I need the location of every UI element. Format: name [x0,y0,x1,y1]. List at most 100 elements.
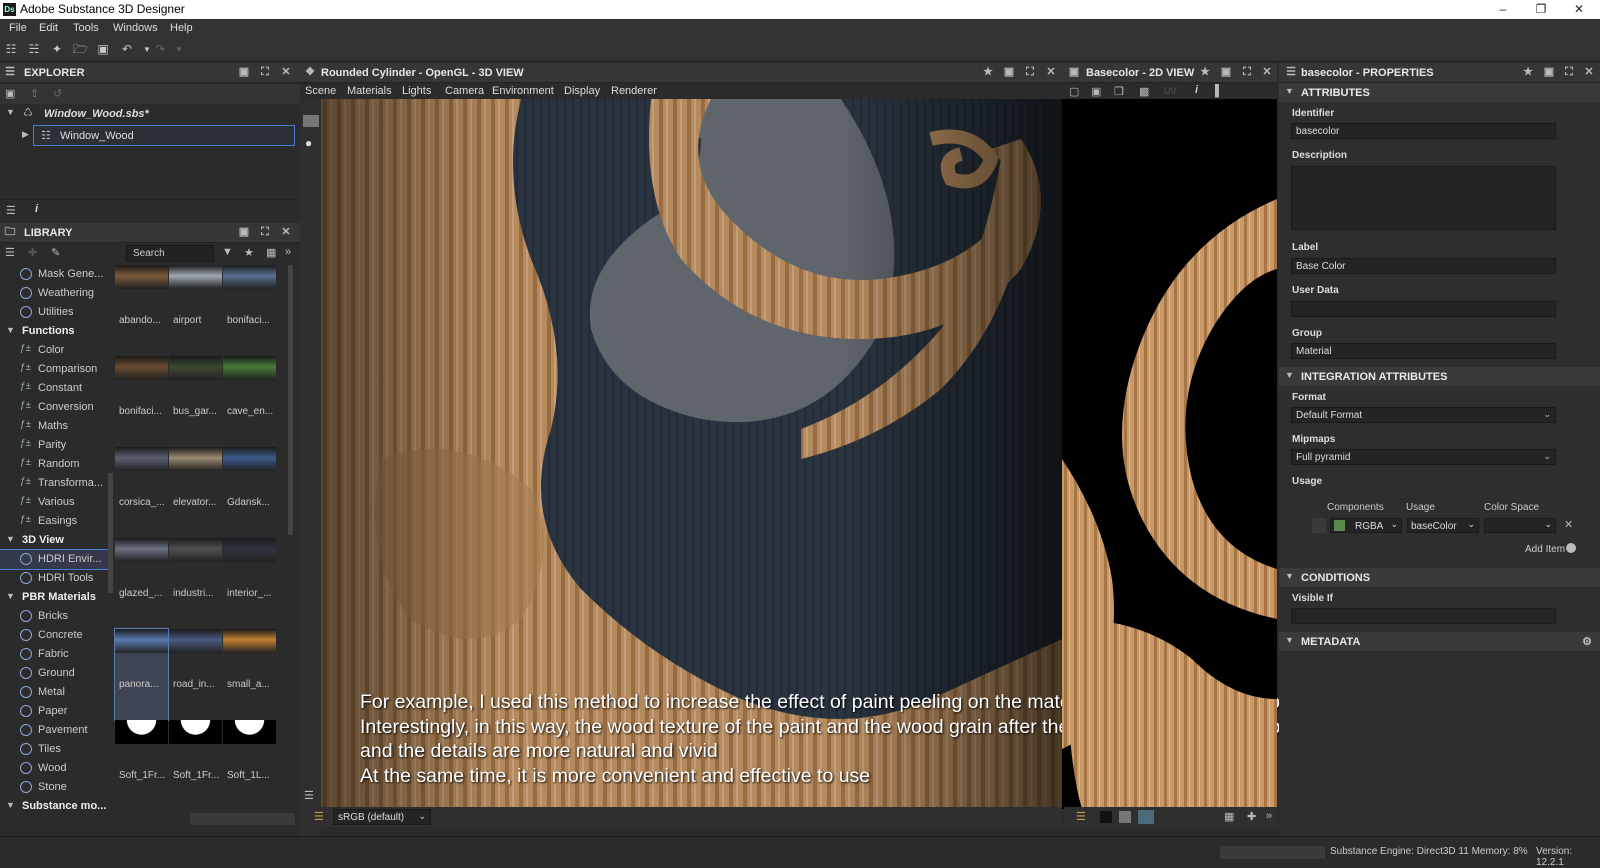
add-item-icon[interactable] [1566,543,1576,553]
colorspace-field[interactable]: ⌄ [1484,518,1556,533]
maximize-panel-icon[interactable]: ⛶ [1241,66,1253,79]
section-attributes[interactable]: ▼ ATTRIBUTES [1279,83,1600,102]
hdri-thumbnail[interactable]: bonifaci... [115,356,168,447]
channel-rgb-icon[interactable] [1138,810,1154,824]
library-item-substance-mo[interactable]: ▼ Substance mo... [0,797,108,816]
close-panel-icon[interactable]: ✕ [1583,66,1595,79]
black-bg-icon[interactable] [1100,811,1112,823]
info-icon[interactable]: i [35,203,38,215]
close-panel-icon[interactable]: ✕ [280,226,292,239]
section-conditions[interactable]: ▼ CONDITIONS [1279,568,1600,587]
export-icon[interactable]: ▩ [1139,85,1149,98]
hdri-thumbnail[interactable]: bonifaci... [223,265,276,356]
menu-windows[interactable]: Windows [113,22,158,34]
float-panel-icon[interactable]: ▣ [1003,66,1015,79]
colorspace-dropdown[interactable]: sRGB (default) ⌄ [333,809,431,825]
maximize-panel-icon[interactable]: ⛶ [259,66,271,79]
library-item-color[interactable]: ƒ± Color [0,341,108,360]
group-field[interactable]: Material [1291,343,1556,359]
library-item-utilities[interactable]: Utilities [0,303,108,322]
fit-icon[interactable]: ▢ [1069,85,1079,98]
library-search-input[interactable]: Search [126,245,214,262]
usage-dropdown[interactable]: baseColor ⌄ [1407,518,1479,533]
library-item-easings[interactable]: ƒ± Easings [0,512,108,531]
tab-environment[interactable]: Environment [492,85,554,97]
tab-materials[interactable]: Materials [347,85,392,97]
hdri-thumbnail[interactable]: abando... [115,265,168,356]
publish-icon[interactable]: ⇧ [30,87,39,100]
hdri-thumbnail[interactable]: Soft_1Fr... [115,720,168,811]
filter-icon[interactable]: ▼ [222,246,233,258]
tab-camera[interactable]: Camera [445,85,484,97]
library-item-fabric[interactable]: Fabric [0,645,108,664]
info-icon[interactable]: i [1195,84,1198,96]
library-item-pavement[interactable]: Pavement [0,721,108,740]
layers-icon[interactable]: ☰ [314,810,324,823]
save-image-icon[interactable]: ▣ [1091,85,1101,98]
library-item-bricks[interactable]: Bricks [0,607,108,626]
library-item-pbr-materials[interactable]: ▼ PBR Materials [0,588,108,607]
collapse-arrow-icon[interactable]: ▼ [6,107,15,117]
link-icon[interactable]: ↺ [53,87,62,100]
new-graph-icon[interactable]: ☷ [4,43,18,56]
hdri-thumbnail[interactable]: industri... [169,538,222,629]
library-item-various[interactable]: ƒ± Various [0,493,108,512]
hdri-thumbnail[interactable]: panora... [114,628,169,721]
format-dropdown[interactable]: Default Format ⌄ [1291,407,1556,423]
uv-toggle[interactable]: UV [1164,86,1177,96]
menu-edit[interactable]: Edit [39,22,58,34]
favorites-icon[interactable]: ★ [244,246,254,259]
more-icon[interactable]: » [285,246,291,258]
library-item-transforma[interactable]: ƒ± Transforma... [0,474,108,493]
tab-scene[interactable]: Scene [305,85,336,97]
library-item-stone[interactable]: Stone [0,778,108,797]
hdri-thumbnail[interactable]: Soft_1Fr... [169,720,222,811]
add-metadata-icon[interactable]: ⚙ [1582,635,1592,648]
library-item-constant[interactable]: ƒ± Constant [0,379,108,398]
new-package-icon[interactable]: ✦ [50,43,64,56]
hdri-thumbnail[interactable]: cave_en... [223,356,276,447]
library-item-paper[interactable]: Paper [0,702,108,721]
float-panel-icon[interactable]: ▣ [238,66,250,79]
library-item-comparison[interactable]: ƒ± Comparison [0,360,108,379]
hdri-thumbnail[interactable]: Soft_1L... [223,720,276,811]
menu-file[interactable]: File [9,22,27,34]
library-add-icon[interactable]: ✚ [28,246,37,259]
close-panel-icon[interactable]: ✕ [1045,66,1057,79]
hdri-thumbnail[interactable]: bus_gar... [169,356,222,447]
collapse-arrow-icon[interactable]: ▼ [6,534,15,544]
library-item-mask-gene[interactable]: Mask Gene... [0,265,108,284]
maximize-panel-icon[interactable]: ⛶ [259,226,271,239]
float-panel-icon[interactable]: ▣ [1220,66,1232,79]
components-dropdown[interactable]: RGBA ⌄ [1330,518,1402,533]
grid-view-icon[interactable]: ▦ [266,246,276,259]
collapse-arrow-icon[interactable]: ▼ [6,800,15,810]
save-icon[interactable]: ▣ [96,43,110,56]
tab-display[interactable]: Display [564,85,600,97]
pin-icon[interactable]: ★ [1522,66,1534,79]
library-item-weathering[interactable]: Weathering [0,284,108,303]
library-item-concrete[interactable]: Concrete [0,626,108,645]
tree-row-package[interactable]: ▼ ♺ Window_Wood.sbs* [0,104,300,124]
light-icon[interactable]: ● [305,136,312,150]
thumb-size-slider[interactable] [190,813,295,825]
library-thumb-scrollbar[interactable] [288,265,293,535]
maximize-panel-icon[interactable]: ⛶ [1563,66,1575,79]
library-item-hdri-tools[interactable]: HDRI Tools [0,569,108,588]
add-item-button[interactable]: Add Item [1525,544,1565,555]
checker-bg-icon[interactable] [1119,811,1131,823]
library-item-parity[interactable]: ƒ± Parity [0,436,108,455]
camera-icon[interactable] [303,115,319,127]
hdri-thumbnail[interactable]: small_a... [223,629,276,720]
visible-if-field[interactable] [1291,608,1556,624]
library-list-scrollbar[interactable] [108,473,113,593]
copy-icon[interactable]: ❐ [1114,85,1124,98]
histogram-icon[interactable]: ▌ [1215,85,1223,97]
section-integration-attributes[interactable]: ▼ INTEGRATION ATTRIBUTES [1279,367,1600,386]
float-panel-icon[interactable]: ▣ [1543,66,1555,79]
hdri-thumbnail[interactable]: glazed_... [115,538,168,629]
hdri-thumbnail[interactable]: elevator... [169,447,222,538]
tab-lights[interactable]: Lights [402,85,431,97]
tiling-icon[interactable]: ▦ [1224,810,1234,823]
hdri-thumbnail[interactable]: road_in... [169,629,222,720]
